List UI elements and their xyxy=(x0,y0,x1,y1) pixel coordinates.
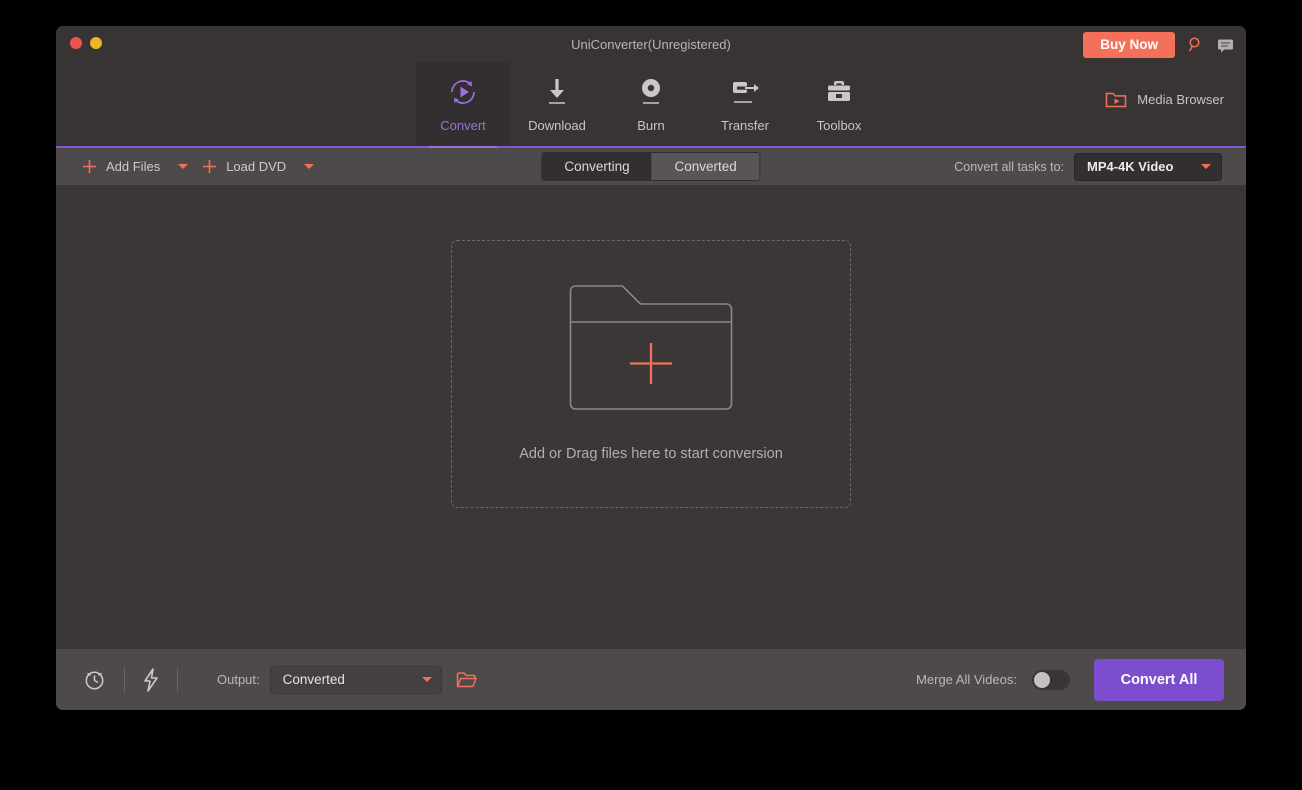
add-files-button[interactable]: Add Files xyxy=(82,157,160,176)
add-files-dropdown[interactable] xyxy=(160,164,202,169)
plus-icon xyxy=(82,159,97,174)
file-toolbar: Add Files Load DVD Converting Conver xyxy=(56,148,1246,185)
bottom-bar-right: Merge All Videos: Convert All xyxy=(916,659,1224,701)
dropzone-label: Add or Drag files here to start conversi… xyxy=(519,446,783,462)
merge-all-videos-label: Merge All Videos: xyxy=(916,672,1017,687)
add-files-label: Add Files xyxy=(106,159,160,174)
load-dvd-button[interactable]: Load DVD xyxy=(202,157,286,176)
merge-all-videos-toggle[interactable] xyxy=(1032,670,1070,690)
nav-items: Convert Download xyxy=(416,62,886,146)
convert-icon xyxy=(446,72,480,112)
nav-item-toolbox[interactable]: Toolbox xyxy=(792,62,886,146)
nav-item-burn[interactable]: Burn xyxy=(604,62,698,146)
nav-label-toolbox: Toolbox xyxy=(817,118,862,133)
bottom-bar: Output: Converted Merge All Videos: Conv… xyxy=(56,649,1246,710)
nav-label-download: Download xyxy=(528,118,586,133)
tab-converted[interactable]: Converted xyxy=(652,153,760,180)
download-icon xyxy=(542,72,572,112)
main-content: Add or Drag files here to start conversi… xyxy=(56,185,1246,649)
tab-converting[interactable]: Converting xyxy=(542,153,651,180)
search-icon[interactable] xyxy=(1187,36,1205,54)
burn-icon xyxy=(636,72,666,112)
load-dvd-dropdown[interactable] xyxy=(286,164,328,169)
output-label: Output: xyxy=(217,672,260,687)
open-folder-icon[interactable] xyxy=(456,671,477,689)
media-browser-icon xyxy=(1105,90,1127,109)
main-navigation: Convert Download xyxy=(56,62,1246,148)
load-dvd-label: Load DVD xyxy=(226,159,286,174)
media-browser-label: Media Browser xyxy=(1137,92,1224,107)
nav-label-convert: Convert xyxy=(440,118,486,133)
lightning-bolt-icon[interactable] xyxy=(142,668,160,692)
plus-icon xyxy=(202,159,217,174)
nav-item-convert[interactable]: Convert xyxy=(416,62,510,146)
chevron-down-icon xyxy=(178,164,188,169)
toolbar-left-actions: Add Files Load DVD xyxy=(56,157,328,176)
toolbox-icon xyxy=(823,72,855,112)
output-format-select[interactable]: MP4-4K Video xyxy=(1074,153,1222,181)
nav-item-download[interactable]: Download xyxy=(510,62,604,146)
task-status-tabs: Converting Converted xyxy=(541,152,760,181)
chevron-down-icon xyxy=(422,677,432,682)
output-folder-value: Converted xyxy=(283,672,345,687)
title-bar-actions: Buy Now xyxy=(1083,32,1234,58)
app-window: UniConverter(Unregistered) Buy Now xyxy=(56,26,1246,710)
media-browser-button[interactable]: Media Browser xyxy=(1105,90,1224,109)
divider xyxy=(177,668,178,692)
window-title: UniConverter(Unregistered) xyxy=(56,37,1246,52)
feedback-icon[interactable] xyxy=(1217,38,1234,53)
alarm-clock-icon[interactable] xyxy=(82,667,107,692)
file-dropzone[interactable]: Add or Drag files here to start conversi… xyxy=(451,240,851,508)
convert-all-button[interactable]: Convert All xyxy=(1094,659,1224,701)
convert-all-to-group: Convert all tasks to: MP4-4K Video xyxy=(954,153,1222,181)
folder-add-icon xyxy=(565,281,737,424)
chevron-down-icon xyxy=(1201,164,1211,169)
buy-now-button[interactable]: Buy Now xyxy=(1083,32,1175,58)
output-folder-select[interactable]: Converted xyxy=(270,666,442,694)
output-format-value: MP4-4K Video xyxy=(1087,159,1173,174)
toggle-knob xyxy=(1034,672,1050,688)
nav-item-transfer[interactable]: Transfer xyxy=(698,62,792,146)
transfer-icon xyxy=(728,72,762,112)
chevron-down-icon xyxy=(304,164,314,169)
nav-label-transfer: Transfer xyxy=(721,118,769,133)
convert-all-to-label: Convert all tasks to: xyxy=(954,160,1064,174)
divider xyxy=(124,668,125,692)
title-bar: UniConverter(Unregistered) Buy Now xyxy=(56,26,1246,62)
nav-label-burn: Burn xyxy=(637,118,664,133)
